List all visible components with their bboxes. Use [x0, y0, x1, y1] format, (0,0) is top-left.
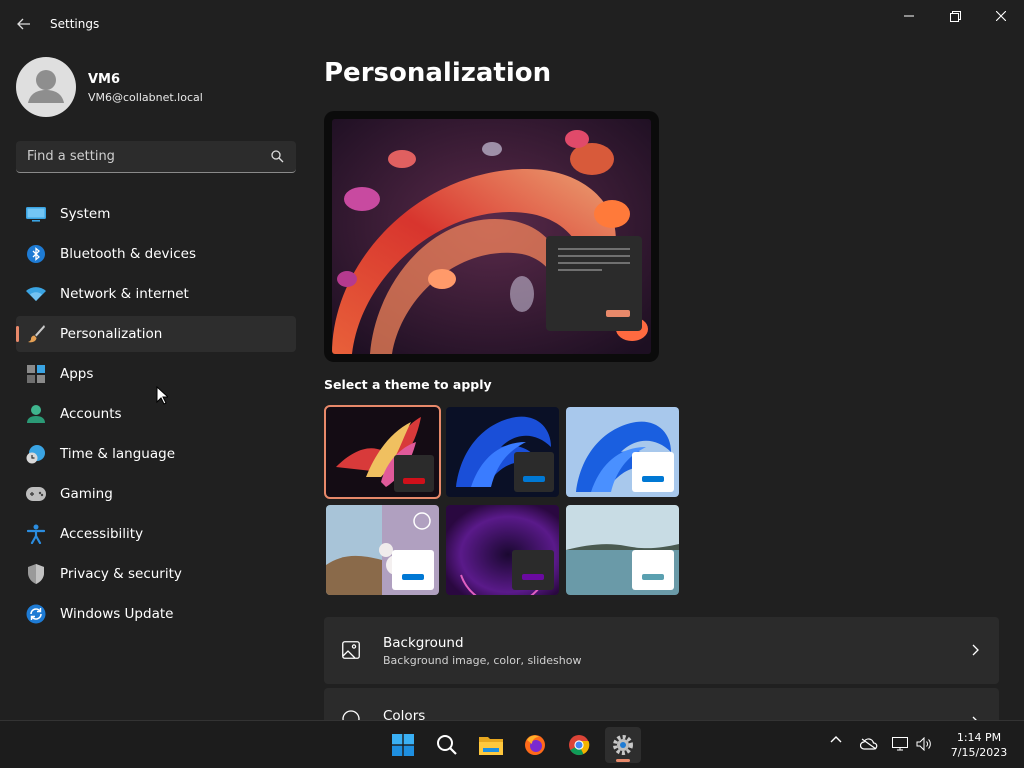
- sidebar-item-time-language[interactable]: Time & language: [16, 436, 296, 472]
- sidebar-item-privacy[interactable]: Privacy & security: [16, 556, 296, 592]
- sidebar-item-windows-update[interactable]: Windows Update: [16, 596, 296, 632]
- sidebar-item-system[interactable]: System: [16, 196, 296, 232]
- user-avatar-icon: [28, 70, 64, 103]
- windows-start-icon: [392, 734, 414, 756]
- restore-button[interactable]: [932, 0, 978, 32]
- mouse-cursor-icon: [156, 386, 168, 405]
- shield-icon: [26, 564, 46, 584]
- clock-time: 1:14 PM: [956, 731, 1002, 744]
- network-icon[interactable]: [892, 737, 908, 751]
- monitor-icon: [26, 204, 46, 224]
- taskbar-settings[interactable]: [605, 727, 641, 763]
- title-bar: Settings: [0, 0, 1024, 48]
- chrome-icon: [569, 735, 590, 756]
- user-name: VM6: [88, 72, 121, 87]
- update-icon: [26, 604, 46, 624]
- close-button[interactable]: [978, 0, 1024, 32]
- sidebar-item-label: Network & internet: [60, 286, 189, 302]
- app-title: Settings: [50, 17, 100, 31]
- onedrive-offline-icon[interactable]: [860, 738, 878, 750]
- minimize-icon: [904, 15, 914, 17]
- firefox-icon: [525, 735, 545, 755]
- back-button[interactable]: [10, 10, 38, 38]
- sidebar-item-label: Personalization: [60, 326, 163, 342]
- sidebar-item-bluetooth[interactable]: Bluetooth & devices: [16, 236, 296, 272]
- gamepad-icon: [26, 484, 46, 504]
- theme-tile-flow[interactable]: [566, 505, 679, 595]
- minimize-button[interactable]: [886, 0, 932, 32]
- close-icon: [996, 11, 1006, 21]
- file-explorer-icon: [479, 737, 503, 755]
- sidebar-item-accessibility[interactable]: Accessibility: [16, 516, 296, 552]
- taskbar-search-button[interactable]: [429, 727, 465, 763]
- sidebar-item-label: Accounts: [60, 406, 122, 422]
- taskbar-firefox[interactable]: [517, 727, 553, 763]
- taskbar-chrome[interactable]: [561, 727, 597, 763]
- sidebar-item-label: Time & language: [60, 446, 176, 462]
- clock-globe-icon: [26, 444, 46, 464]
- search-icon: [437, 735, 457, 755]
- sidebar-item-label: Accessibility: [60, 526, 144, 542]
- taskbar-file-explorer[interactable]: [473, 727, 509, 763]
- person-icon: [26, 404, 46, 424]
- theme-tile-captured-motion[interactable]: [446, 505, 559, 595]
- accessibility-icon: [26, 524, 46, 544]
- sidebar-item-personalization[interactable]: Personalization: [16, 316, 296, 352]
- sidebar-item-label: Apps: [60, 366, 94, 382]
- theme-tile-light-bloom[interactable]: [566, 407, 679, 497]
- user-email: VM6@collabnet.local: [88, 91, 203, 104]
- clock-date: 7/15/2023: [950, 746, 1008, 759]
- avatar[interactable]: [16, 57, 76, 117]
- volume-icon[interactable]: [916, 737, 932, 751]
- sidebar-item-label: System: [60, 206, 111, 222]
- sidebar-item-label: Gaming: [60, 486, 113, 502]
- wallpaper-preview-image: [332, 119, 651, 354]
- background-card-subtitle: Background image, color, slideshow: [383, 654, 582, 667]
- start-button[interactable]: [385, 727, 421, 763]
- active-app-indicator: [616, 759, 630, 762]
- themes-section-label: Select a theme to apply: [324, 377, 492, 392]
- theme-tile-spotlight[interactable]: [326, 505, 439, 595]
- back-arrow-icon: [17, 18, 30, 30]
- search-icon[interactable]: [271, 150, 284, 163]
- restore-icon: [949, 10, 961, 22]
- sidebar-item-label: Windows Update: [60, 606, 174, 622]
- theme-tile-glow[interactable]: [324, 405, 441, 499]
- search-box[interactable]: [16, 141, 296, 173]
- background-card-title: Background: [383, 635, 464, 651]
- chevron-right-icon: [972, 644, 979, 656]
- apps-icon: [26, 364, 46, 384]
- wifi-icon: [26, 284, 46, 304]
- chevron-up-icon[interactable]: [830, 735, 842, 743]
- sidebar-nav: System Bluetooth & devices Network & int…: [16, 196, 296, 636]
- page-title: Personalization: [324, 58, 552, 88]
- taskbar-clock[interactable]: 1:14 PM 7/15/2023: [940, 730, 1018, 760]
- sidebar-item-label: Bluetooth & devices: [60, 246, 197, 262]
- bluetooth-icon: [26, 244, 46, 264]
- sidebar-item-gaming[interactable]: Gaming: [16, 476, 296, 512]
- brush-icon: [26, 324, 46, 344]
- sidebar-item-network[interactable]: Network & internet: [16, 276, 296, 312]
- background-card[interactable]: Background Background image, color, slid…: [324, 617, 999, 684]
- settings-icon: [613, 735, 633, 755]
- image-icon: [342, 641, 360, 659]
- theme-preview: [324, 111, 659, 362]
- theme-tile-dark-bloom[interactable]: [446, 407, 559, 497]
- sidebar-item-label: Privacy & security: [60, 566, 182, 582]
- search-input[interactable]: [16, 141, 266, 171]
- taskbar: 1:14 PM 7/15/2023: [0, 720, 1024, 768]
